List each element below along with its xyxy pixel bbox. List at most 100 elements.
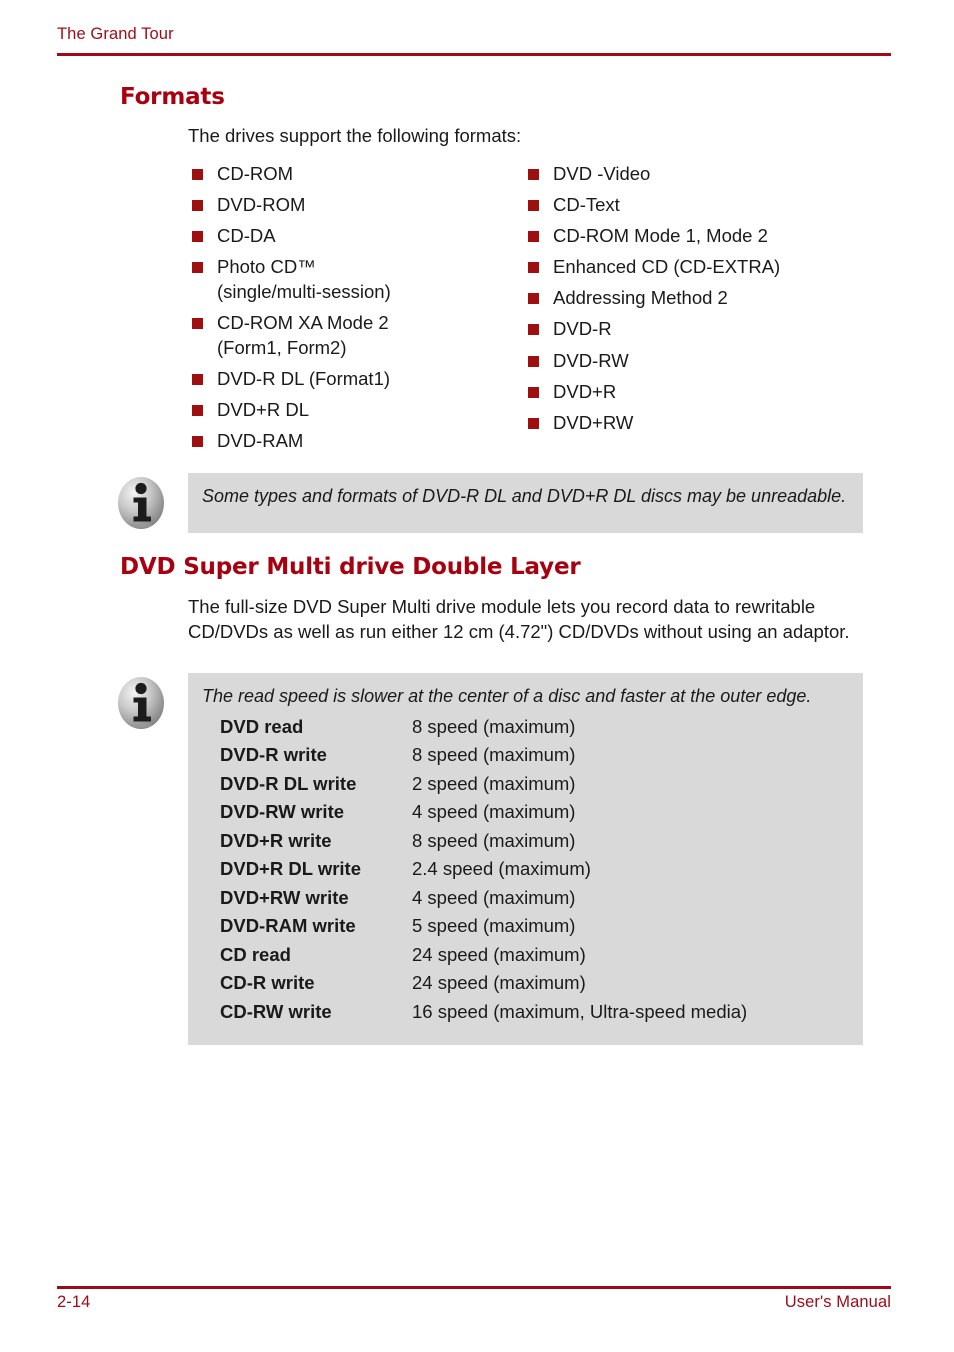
list-item-label: CD-DA — [217, 225, 276, 247]
spec-value: 8 speed (maximum) — [412, 829, 576, 851]
table-row: DVD+R write 8 speed (maximum) — [220, 829, 747, 861]
page-number: 2-14 — [57, 1293, 91, 1311]
table-row: DVD-R write 8 speed (maximum) — [220, 746, 747, 775]
list-item: DVD-R — [528, 317, 868, 342]
list-item-label: Enhanced CD (CD-EXTRA) — [553, 256, 781, 278]
list-item: DVD-RW — [528, 349, 868, 374]
drive-speed-table: DVD read 8 speed (maximum) DVD-R write 8… — [220, 715, 748, 1032]
list-item-label: DVD-RAM — [217, 429, 304, 451]
spec-value: 8 speed (maximum) — [412, 715, 576, 737]
table-row: DVD+RW write 4 speed (maximum) — [220, 886, 747, 918]
info-note-text: The read speed is slower at the center o… — [202, 686, 812, 706]
square-bullet-icon — [528, 231, 539, 243]
table-row: DVD-RW write 4 speed (maximum) — [220, 803, 747, 832]
table-row: CD-R write 24 speed (maximum) — [220, 974, 747, 1003]
list-item: DVD-ROM — [192, 193, 522, 218]
square-bullet-icon — [192, 231, 203, 243]
list-item-label: CD-ROM — [217, 163, 294, 184]
list-item: Enhanced CD (CD-EXTRA) — [528, 255, 868, 280]
list-item: DVD+RW — [528, 411, 868, 436]
list-item-label: DVD-R DL (Format1) — [217, 367, 391, 389]
spec-value: 16 speed (maximum, Ultra-speed media) — [412, 1000, 748, 1022]
spec-name: CD read — [220, 943, 291, 965]
section-heading-dvd-super-multi: DVD Super Multi drive Double Layer — [120, 554, 581, 580]
list-item: CD-ROM XA Mode 2 (Form1, Form2) — [192, 311, 522, 360]
list-item-label: DVD+R — [553, 380, 617, 402]
square-bullet-icon — [528, 262, 539, 274]
list-item: CD-DA — [192, 224, 522, 249]
list-item-label: CD-ROM Mode 1, Mode 2 — [553, 225, 768, 247]
formats-left-column: CD-ROM DVD-ROM CD-DA Photo CD™ (single/m… — [192, 162, 522, 460]
list-item: CD-ROM Mode 1, Mode 2 — [528, 224, 868, 249]
square-bullet-icon — [192, 373, 203, 385]
info-note-box: The read speed is slower at the center o… — [188, 673, 863, 1045]
square-bullet-icon — [528, 324, 539, 336]
list-item-label: DVD-R — [553, 318, 612, 340]
chapter-title: The Grand Tour — [57, 25, 174, 43]
square-bullet-icon — [528, 417, 539, 429]
square-bullet-icon — [528, 200, 539, 212]
table-row: CD-RW write 16 speed (maximum, Ultra-spe… — [220, 1000, 748, 1032]
square-bullet-icon — [192, 262, 203, 274]
table-row: DVD-RAM write 5 speed (maximum) — [220, 917, 747, 946]
square-bullet-icon — [192, 435, 203, 447]
list-item-label: DVD -Video — [553, 163, 651, 184]
spec-name: DVD-R DL write — [220, 772, 357, 794]
spec-value: 2 speed (maximum) — [412, 772, 576, 794]
page-footer: 2-14 User's Manual — [57, 1293, 891, 1312]
list-item: Addressing Method 2 — [528, 286, 868, 311]
info-note-box: Some types and formats of DVD-R DL and D… — [188, 473, 863, 533]
spec-name: DVD+RW write — [220, 886, 349, 908]
page-header: The Grand Tour — [57, 25, 891, 45]
square-bullet-icon — [528, 386, 539, 398]
square-bullet-icon — [528, 169, 539, 180]
spec-value: 4 speed (maximum) — [412, 801, 576, 823]
header-divider — [57, 53, 891, 56]
info-icon — [112, 475, 170, 533]
list-item: DVD-R DL (Format1) — [192, 367, 522, 392]
spec-value: 24 speed (maximum) — [412, 972, 586, 994]
list-item: CD-Text — [528, 193, 868, 218]
table-row: DVD-R DL write 2 speed (maximum) — [220, 772, 747, 804]
spec-value: 2.4 speed (maximum) — [412, 858, 591, 880]
spec-name: DVD read — [220, 715, 304, 737]
dvd-super-multi-paragraph: The full-size DVD Super Multi drive modu… — [188, 596, 850, 643]
manual-label: User's Manual — [784, 1293, 891, 1311]
info-icon — [112, 675, 170, 733]
list-item-label: Photo CD™ (single/multi-session) — [217, 256, 391, 302]
list-item: DVD+R DL — [192, 398, 522, 423]
list-item-label: DVD-ROM — [217, 194, 306, 216]
list-item-label: Addressing Method 2 — [553, 287, 728, 309]
table-row: DVD+R DL write 2.4 speed (maximum) — [220, 860, 747, 889]
list-item-label: DVD-RW — [553, 349, 629, 371]
list-item-label: CD-ROM XA Mode 2 (Form1, Form2) — [217, 311, 389, 358]
spec-name: DVD+R DL write — [220, 858, 362, 880]
list-item-label: DVD+RW — [553, 411, 634, 433]
spec-name: DVD-RAM write — [220, 915, 356, 937]
spec-value: 4 speed (maximum) — [412, 886, 576, 908]
spec-name: CD-RW write — [220, 1000, 332, 1022]
spec-value: 5 speed (maximum) — [412, 915, 576, 937]
spec-value: 24 speed (maximum) — [412, 943, 586, 965]
list-item: DVD -Video — [528, 162, 868, 187]
formats-right-column: DVD -Video CD-Text CD-ROM Mode 1, Mode 2… — [528, 162, 868, 442]
spec-name: DVD-RW write — [220, 801, 345, 823]
formats-intro-text: The drives support the following formats… — [188, 125, 522, 146]
list-item: CD-ROM — [192, 162, 522, 187]
square-bullet-icon — [192, 169, 203, 180]
info-note-text: Some types and formats of DVD-R DL and D… — [202, 486, 847, 506]
section-heading-formats: Formats — [120, 84, 225, 110]
square-bullet-icon — [192, 317, 203, 329]
square-bullet-icon — [192, 200, 203, 212]
square-bullet-icon — [528, 293, 539, 305]
list-item: DVD+R — [528, 380, 868, 405]
table-row: CD read 24 speed (maximum) — [220, 943, 747, 975]
square-bullet-icon — [528, 355, 539, 367]
list-item-label: CD-Text — [553, 194, 620, 216]
square-bullet-icon — [192, 404, 203, 416]
spec-name: DVD+R write — [220, 829, 332, 851]
footer-divider — [57, 1286, 891, 1289]
table-row: DVD read 8 speed (maximum) — [220, 715, 747, 747]
list-item: DVD-RAM — [192, 429, 522, 454]
spec-name: DVD-R write — [220, 744, 327, 766]
